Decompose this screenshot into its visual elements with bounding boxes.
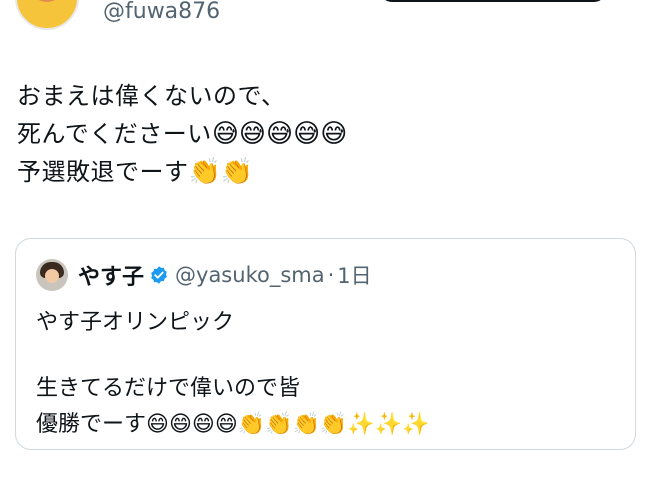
quoted-line-text: 優勝でーす [36,412,147,437]
quoted-line-text: やす子オリンピック [36,310,235,335]
header-separator: · [327,263,335,287]
quoted-line-text: 生きてるだけで偉いので皆 [36,376,301,401]
quoted-tweet-time[interactable]: 1日 [337,260,371,290]
follow-button[interactable] [380,0,606,2]
quoted-author-name[interactable]: やす子 [78,259,144,291]
quoted-author-avatar[interactable] [36,259,68,291]
clapping-hands-emoji-icon: 👏👏 [188,157,254,187]
sweat-smile-emoji-icon: 😅😅😅😅😅 [211,119,348,149]
quoted-tweet-line: やす子オリンピック [36,305,626,341]
avatar-face-icon [45,269,59,283]
tweet-line: 予選敗退でーす👏👏 [17,153,627,191]
quoted-tweet-line: 優勝でーす😄😄😄😄👏👏👏👏✨✨✨ [36,407,626,443]
tweet-text: おまえは偉くないので、 死んでくださーい😅😅😅😅😅 予選敗退でーす👏👏 [17,77,627,191]
tweet-line: 死んでくださーい😅😅😅😅😅 [17,115,627,153]
quoted-author-handle[interactable]: @yasuko_sma [175,263,325,287]
tweet-line-text: おまえは偉くないので、 [17,82,286,110]
author-handle[interactable]: @fuwa876 [103,0,220,26]
tweet-line-text: 死んでくださーい [17,120,212,148]
quoted-tweet-line: 生きてるだけで偉いので皆 [36,371,626,407]
quoted-tweet-card[interactable]: やす子 @yasuko_sma · 1日 やす子オリンピック 生きてるだけで偉い… [15,238,636,450]
verified-badge-icon [151,266,167,284]
author-avatar[interactable] [15,0,79,30]
quoted-tweet-blank-line [36,341,626,371]
grin-clap-sparkles-emoji-icon: 😄😄😄😄👏👏👏👏✨✨✨ [146,412,430,437]
quoted-tweet-text: やす子オリンピック 生きてるだけで偉いので皆 優勝でーす😄😄😄😄👏👏👏👏✨✨✨ [36,305,626,443]
tweet-page: @fuwa876 おまえは偉くないので、 死んでくださーい😅😅😅😅😅 予選敗退で… [0,0,650,480]
tweet-line-text: 予選敗退でーす [17,158,189,186]
tweet-line: おまえは偉くないので、 [17,77,627,115]
quoted-tweet-header: やす子 @yasuko_sma · 1日 [36,259,372,291]
avatar-face-icon [31,0,63,2]
